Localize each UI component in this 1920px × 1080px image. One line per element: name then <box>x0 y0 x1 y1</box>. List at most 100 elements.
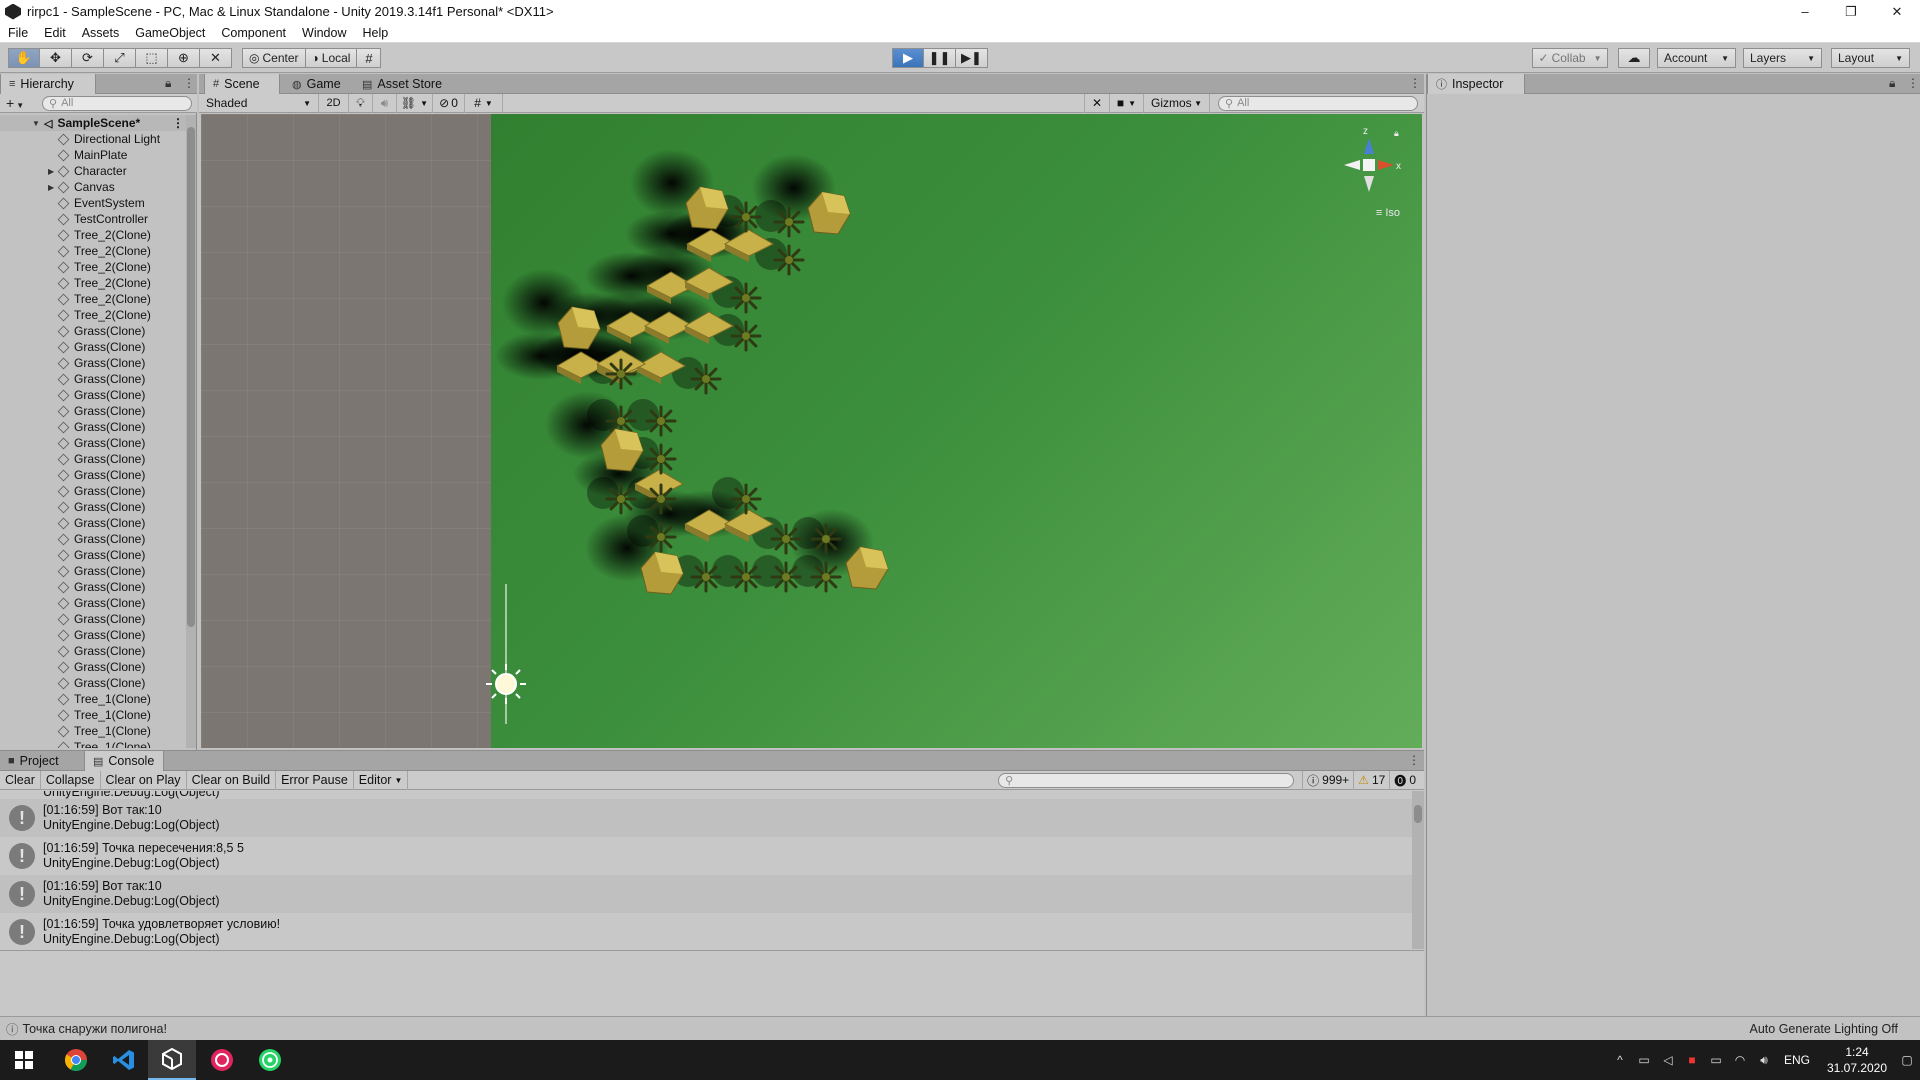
chevron-up-icon[interactable]: ^ <box>1608 1053 1632 1067</box>
camera-dropdown[interactable]: ■ ▼ <box>1110 93 1144 113</box>
hierarchy-item[interactable]: Grass(Clone) <box>0 595 187 611</box>
menu-help[interactable]: Help <box>354 26 396 40</box>
tab-game[interactable]: ◍ Game <box>284 74 349 94</box>
error-count-toggle[interactable]: ⓿0 <box>1389 770 1420 790</box>
menu-window[interactable]: Window <box>294 26 354 40</box>
hierarchy-item[interactable]: Grass(Clone) <box>0 355 187 371</box>
volume-icon[interactable]: 🔊︎ <box>1752 1053 1776 1068</box>
scrollbar-thumb[interactable] <box>1414 805 1422 823</box>
hierarchy-item[interactable]: Tree_1(Clone) <box>0 707 187 723</box>
console-search-input[interactable]: ⚲ <box>998 772 1295 788</box>
taskbar-whatsapp[interactable] <box>246 1040 294 1080</box>
clear-on-play-button[interactable]: Clear on Play <box>101 770 187 790</box>
shading-mode-dropdown[interactable]: Shaded ▼ <box>199 93 319 113</box>
log-count-toggle[interactable]: ⓘ 999+ <box>1302 770 1353 790</box>
hierarchy-item[interactable]: TestController <box>0 211 187 227</box>
hierarchy-item[interactable]: Grass(Clone) <box>0 451 187 467</box>
lock-icon[interactable]: 🔒︎ <box>165 76 171 91</box>
hierarchy-item[interactable]: Grass(Clone) <box>0 435 187 451</box>
hierarchy-item[interactable]: Tree_2(Clone) <box>0 243 187 259</box>
partial-log-entry[interactable]: UnityEngine.Debug:Log(Object) <box>0 791 1412 799</box>
rotate-tool-button[interactable]: ⟳ <box>72 48 104 68</box>
error-pause-button[interactable]: Error Pause <box>276 770 354 790</box>
hierarchy-item[interactable]: Tree_2(Clone) <box>0 259 187 275</box>
minimize-button[interactable]: – <box>1782 0 1828 23</box>
projection-toggle[interactable]: ≡ Iso <box>1376 207 1400 219</box>
hierarchy-item[interactable]: Tree_2(Clone) <box>0 275 187 291</box>
gizmos-dropdown[interactable]: Gizmos ▼ <box>1144 93 1210 113</box>
audio-toggle[interactable]: 🔊︎ <box>373 93 397 113</box>
hierarchy-item[interactable]: Tree_2(Clone) <box>0 307 187 323</box>
kebab-menu-icon[interactable]: ⋮ <box>183 76 195 90</box>
hierarchy-item[interactable]: Grass(Clone) <box>0 563 187 579</box>
lighting-toggle[interactable]: 💡︎ <box>349 93 373 113</box>
close-button[interactable]: ✕ <box>1874 0 1920 23</box>
rect-tool-button[interactable]: ⬚ <box>136 48 168 68</box>
language-indicator[interactable]: ENG <box>1784 1053 1810 1067</box>
hierarchy-scrollbar[interactable] <box>186 115 196 748</box>
tab-console[interactable]: ▤ Console <box>84 751 164 771</box>
kebab-menu-icon[interactable]: ⋮ <box>1408 753 1420 767</box>
red-b-icon[interactable]: ■ <box>1680 1053 1704 1067</box>
taskbar-unity[interactable] <box>148 1040 196 1080</box>
hierarchy-item[interactable]: ▶ Character <box>0 163 187 179</box>
lighting-status[interactable]: Auto Generate Lighting Off <box>1750 1022 1898 1036</box>
hierarchy-item[interactable]: Grass(Clone) <box>0 387 187 403</box>
hierarchy-item[interactable]: Grass(Clone) <box>0 483 187 499</box>
tab-hierarchy[interactable]: ≡ Hierarchy <box>0 74 96 94</box>
battery-icon[interactable]: ▭ <box>1704 1053 1728 1067</box>
scene-viewport[interactable]: z x 🔒︎ ≡ Iso <box>201 114 1422 748</box>
log-entry[interactable]: ! [01:16:59] Точка пересечения:8,5 5 Unity… <box>0 837 1412 875</box>
pivot-center-button[interactable]: ◎ Center <box>242 48 306 68</box>
custom-tool-button[interactable]: ✕ <box>200 48 232 68</box>
kebab-menu-icon[interactable]: ⋮ <box>172 116 184 130</box>
mode-2d-toggle[interactable]: 2D <box>319 93 349 113</box>
hierarchy-item[interactable]: Grass(Clone) <box>0 547 187 563</box>
taskbar-chrome[interactable] <box>52 1040 100 1080</box>
grid-dropdown[interactable]: # ▼ <box>465 93 503 113</box>
play-button[interactable]: ▶ <box>892 48 924 68</box>
tab-scene[interactable]: # Scene <box>204 74 280 94</box>
collab-button[interactable]: ✓ Collab ▼ <box>1532 48 1608 68</box>
hierarchy-item[interactable]: Grass(Clone) <box>0 323 187 339</box>
hierarchy-item[interactable]: Grass(Clone) <box>0 627 187 643</box>
grid-snap-button[interactable]: # <box>357 48 382 68</box>
log-entry[interactable]: ! [01:16:59] Вот так:10 UnityEngine.Debug:… <box>0 799 1412 837</box>
hierarchy-item[interactable]: Tree_1(Clone) <box>0 739 187 748</box>
hierarchy-search-input[interactable]: ⚲ All <box>42 95 192 111</box>
collapse-button[interactable]: Collapse <box>41 770 101 790</box>
cloud-button[interactable]: ☁ <box>1618 48 1650 68</box>
log-entry[interactable]: ! [01:16:59] Точка удовлетворяет условию!… <box>0 913 1412 949</box>
hierarchy-item[interactable]: Grass(Clone) <box>0 419 187 435</box>
hierarchy-item[interactable]: Grass(Clone) <box>0 659 187 675</box>
hierarchy-item[interactable]: Tree_2(Clone) <box>0 227 187 243</box>
hierarchy-item[interactable]: Grass(Clone) <box>0 531 187 547</box>
menu-component[interactable]: Component <box>213 26 294 40</box>
taskbar-vscode[interactable] <box>100 1040 148 1080</box>
hierarchy-item[interactable]: Grass(Clone) <box>0 403 187 419</box>
clear-button[interactable]: Clear <box>0 770 41 790</box>
hidden-objects-toggle[interactable]: ⊘ 0 <box>433 93 465 113</box>
scene-root-row[interactable]: ▼ ◁ SampleScene* ⋮ <box>0 115 187 131</box>
menu-edit[interactable]: Edit <box>36 26 74 40</box>
account-dropdown[interactable]: Account ▼ <box>1657 48 1736 68</box>
lock-icon[interactable]: 🔒︎ <box>1889 76 1895 91</box>
menu-file[interactable]: File <box>0 26 36 40</box>
hierarchy-item[interactable]: Grass(Clone) <box>0 339 187 355</box>
scrollbar-thumb[interactable] <box>187 127 195 627</box>
hierarchy-item[interactable]: EventSystem <box>0 195 187 211</box>
tools-toggle[interactable]: ✕ <box>1084 93 1110 113</box>
hierarchy-item[interactable]: Tree_2(Clone) <box>0 291 187 307</box>
hierarchy-item[interactable]: Grass(Clone) <box>0 579 187 595</box>
scale-tool-button[interactable]: ⤢ <box>104 48 136 68</box>
start-button[interactable] <box>0 1040 48 1080</box>
pivot-space-button[interactable]: ◑ Local <box>305 48 358 68</box>
display-icon[interactable]: ▭ <box>1632 1053 1656 1067</box>
clear-on-build-button[interactable]: Clear on Build <box>187 770 277 790</box>
taskbar-debian-app[interactable] <box>198 1040 246 1080</box>
hierarchy-item[interactable]: Grass(Clone) <box>0 467 187 483</box>
layers-dropdown[interactable]: Layers ▼ <box>1743 48 1822 68</box>
tab-asset-store[interactable]: ▤ Asset Store <box>354 74 450 94</box>
menu-gameobject[interactable]: GameObject <box>127 26 213 40</box>
wifi-icon[interactable]: ◠ <box>1728 1053 1752 1067</box>
